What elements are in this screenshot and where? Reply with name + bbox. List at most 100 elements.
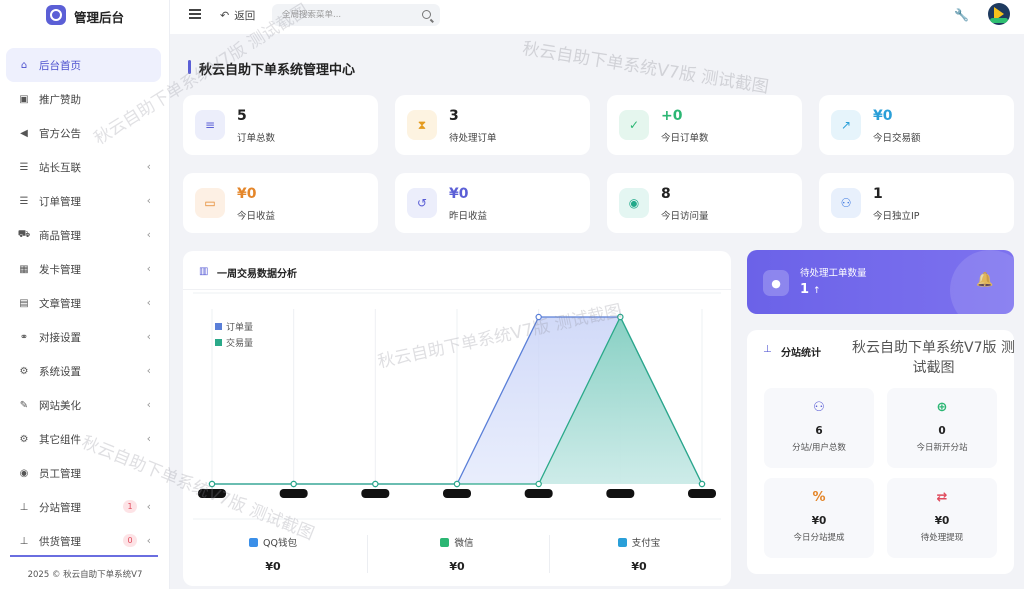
stat-card: ⧗ 3 待处理订单 <box>395 95 590 155</box>
tile-label: 分站/用户总数 <box>792 443 846 453</box>
stat-card: ↗ ¥0 今日交易额 <box>819 95 1014 155</box>
sidebar-item[interactable]: ✎ 网站美化 ‹ <box>6 388 161 422</box>
sidebar-nav: ⌂ 后台首页 ▣ 推广赞助 ◀ 官方公告 ☰ 站长互联 ‹ ☰ 订单管理 ‹ ⛟ 商品管理 ‹ ▦ 发卡管理 ‹ ▤… <box>6 48 161 558</box>
chart-line-icon: ↗ <box>831 110 861 140</box>
redacted-tick-label <box>279 489 308 498</box>
logo-icon <box>46 5 66 25</box>
stat-card: ↺ ¥0 昨日收益 <box>395 173 590 233</box>
payment-name: 微信 <box>454 538 474 549</box>
data-point <box>535 313 542 321</box>
list-ol-icon: ≡ <box>195 110 225 140</box>
eye-icon: ◉ <box>619 188 649 218</box>
user-icon: ◉ <box>19 467 29 479</box>
avatar[interactable] <box>988 3 1010 25</box>
search-icon[interactable] <box>422 10 431 19</box>
ticket-label: 待处理工单数量 <box>800 268 867 279</box>
sidebar-item[interactable]: ▤ 文章管理 ‹ <box>6 286 161 320</box>
brand-title: 管理后台 <box>74 10 125 25</box>
cart-icon: ⛟ <box>17 228 31 240</box>
stat-value: ¥0 <box>873 108 893 124</box>
substation-card: ⊥ 分站统计 秋云自助下单系统V7版 测试截图 ⚇ 6 分站/用户总数 ⊕ 0 今日新开分… <box>747 330 1015 574</box>
sidebar-item[interactable]: ⚙ 系统设置 ‹ <box>6 354 161 388</box>
legend-swatch <box>215 339 222 346</box>
sidebar-item[interactable]: ▦ 发卡管理 ‹ <box>6 252 161 286</box>
tile-label: 今日新开分站 <box>916 443 968 453</box>
sidebar-item[interactable]: ☰ 订单管理 ‹ <box>6 184 161 218</box>
weekly-chart-card: ▥ 一周交易数据分析 订单量 交易量 QQ钱包 ¥0 微信 ¥0 支付宝 ¥0 <box>183 251 731 586</box>
wechat-icon <box>440 537 450 547</box>
legend-item[interactable]: 订单量 <box>215 320 253 333</box>
stat-value: 5 <box>237 108 247 124</box>
watermark: 秋云自助下单系统V7版 测试截图 <box>521 38 771 98</box>
sidebar-item[interactable]: ⊥ 分站管理 1 ‹ <box>6 490 161 524</box>
sidebar-item-label: 发卡管理 <box>39 263 81 276</box>
arrow-up-icon: ↑ <box>813 286 821 296</box>
stat-card: ≡ 5 订单总数 <box>183 95 378 155</box>
search-input[interactable] <box>282 10 412 20</box>
tile-value: 6 <box>815 425 823 437</box>
sidebar-item[interactable]: ⌂ 后台首页 <box>6 48 161 82</box>
grid-icon: ▦ <box>19 263 29 275</box>
back-button[interactable]: ↶ 返回 <box>220 8 255 23</box>
data-point <box>617 313 624 321</box>
sidebar-item[interactable]: ⚭ 对接设置 ‹ <box>6 320 161 354</box>
home-icon: ⌂ <box>20 59 28 71</box>
substation-tile: ⊕ 0 今日新开分站 <box>887 388 997 468</box>
sidebar-item-label: 商品管理 <box>39 229 81 242</box>
data-point <box>290 480 297 488</box>
stat-value: 1 <box>873 186 883 202</box>
sidebar-item[interactable]: ⊥ 供货管理 0 ‹ <box>6 524 161 558</box>
sitemap-icon: ⊥ <box>763 344 772 355</box>
sidebar-item[interactable]: ▣ 推广赞助 <box>6 82 161 116</box>
wrench-icon[interactable]: 🔧 <box>954 8 969 22</box>
payment-name-row: 微信 <box>367 535 547 549</box>
list-icon: ☰ <box>19 161 29 173</box>
stat-value: ¥0 <box>449 186 469 202</box>
stat-label: 昨日收益 <box>449 211 488 222</box>
stat-label: 待处理订单 <box>449 133 497 144</box>
page-title: 秋云自助下单系统管理中心 <box>199 63 356 78</box>
redacted-tick-label <box>688 489 716 498</box>
chevron-left-icon: ‹ <box>146 296 151 309</box>
stat-value: +0 <box>661 108 683 124</box>
sidebar-item[interactable]: ◀ 官方公告 <box>6 116 161 150</box>
stat-label: 今日订单数 <box>661 133 709 144</box>
sidebar-item-label: 对接设置 <box>39 331 81 344</box>
payment-value: ¥0 <box>265 560 281 573</box>
payment-item: 支付宝 ¥0 <box>549 531 729 573</box>
sitemap-icon: ⊥ <box>19 535 29 547</box>
sidebar-item[interactable]: ◉ 员工管理 <box>6 456 161 490</box>
stat-card: ◉ 8 今日访问量 <box>607 173 802 233</box>
cogs-icon: ⚙ <box>19 433 29 445</box>
stat-value: 3 <box>449 108 459 124</box>
plus-circle-icon: ⊕ <box>936 400 948 415</box>
sidebar-item-label: 分站管理 <box>39 501 81 514</box>
tile-label: 今日分站提成 <box>793 533 845 543</box>
global-search[interactable] <box>272 4 440 26</box>
history-icon: ↺ <box>407 188 437 218</box>
pending-ticket-card[interactable]: ● 待处理工单数量 1 ↑ 🔔 <box>747 250 1014 314</box>
users-icon: ⚇ <box>813 400 825 415</box>
sidebar-item[interactable]: ⛟ 商品管理 ‹ <box>6 218 161 252</box>
users-icon: ⚇ <box>831 188 861 218</box>
megaphone-icon: ◀ <box>20 127 28 139</box>
sidebar-item[interactable]: ☰ 站长互联 ‹ <box>6 150 161 184</box>
stat-label: 订单总数 <box>237 133 276 144</box>
payment-item: QQ钱包 ¥0 <box>183 531 363 573</box>
sidebar-item-label: 其它组件 <box>39 433 81 446</box>
back-arrow-icon: ↶ <box>220 9 230 22</box>
sidebar-item[interactable]: ⚙ 其它组件 ‹ <box>6 422 161 456</box>
sidebar-item-label: 文章管理 <box>39 297 81 310</box>
legend-label: 订单量 <box>226 323 254 333</box>
substation-tile: ⇄ ¥0 待处理提现 <box>887 478 997 558</box>
brand[interactable]: 管理后台 <box>0 0 169 34</box>
bell-icon: 🔔 <box>976 272 994 288</box>
data-point <box>535 480 542 488</box>
stat-label: 今日收益 <box>237 211 276 222</box>
qq-icon <box>249 537 259 547</box>
payment-value: ¥0 <box>631 560 647 573</box>
payment-separator <box>367 535 368 573</box>
chevron-left-icon: ‹ <box>146 398 151 411</box>
legend-item[interactable]: 交易量 <box>215 336 253 349</box>
menu-toggle-icon[interactable] <box>189 9 201 19</box>
